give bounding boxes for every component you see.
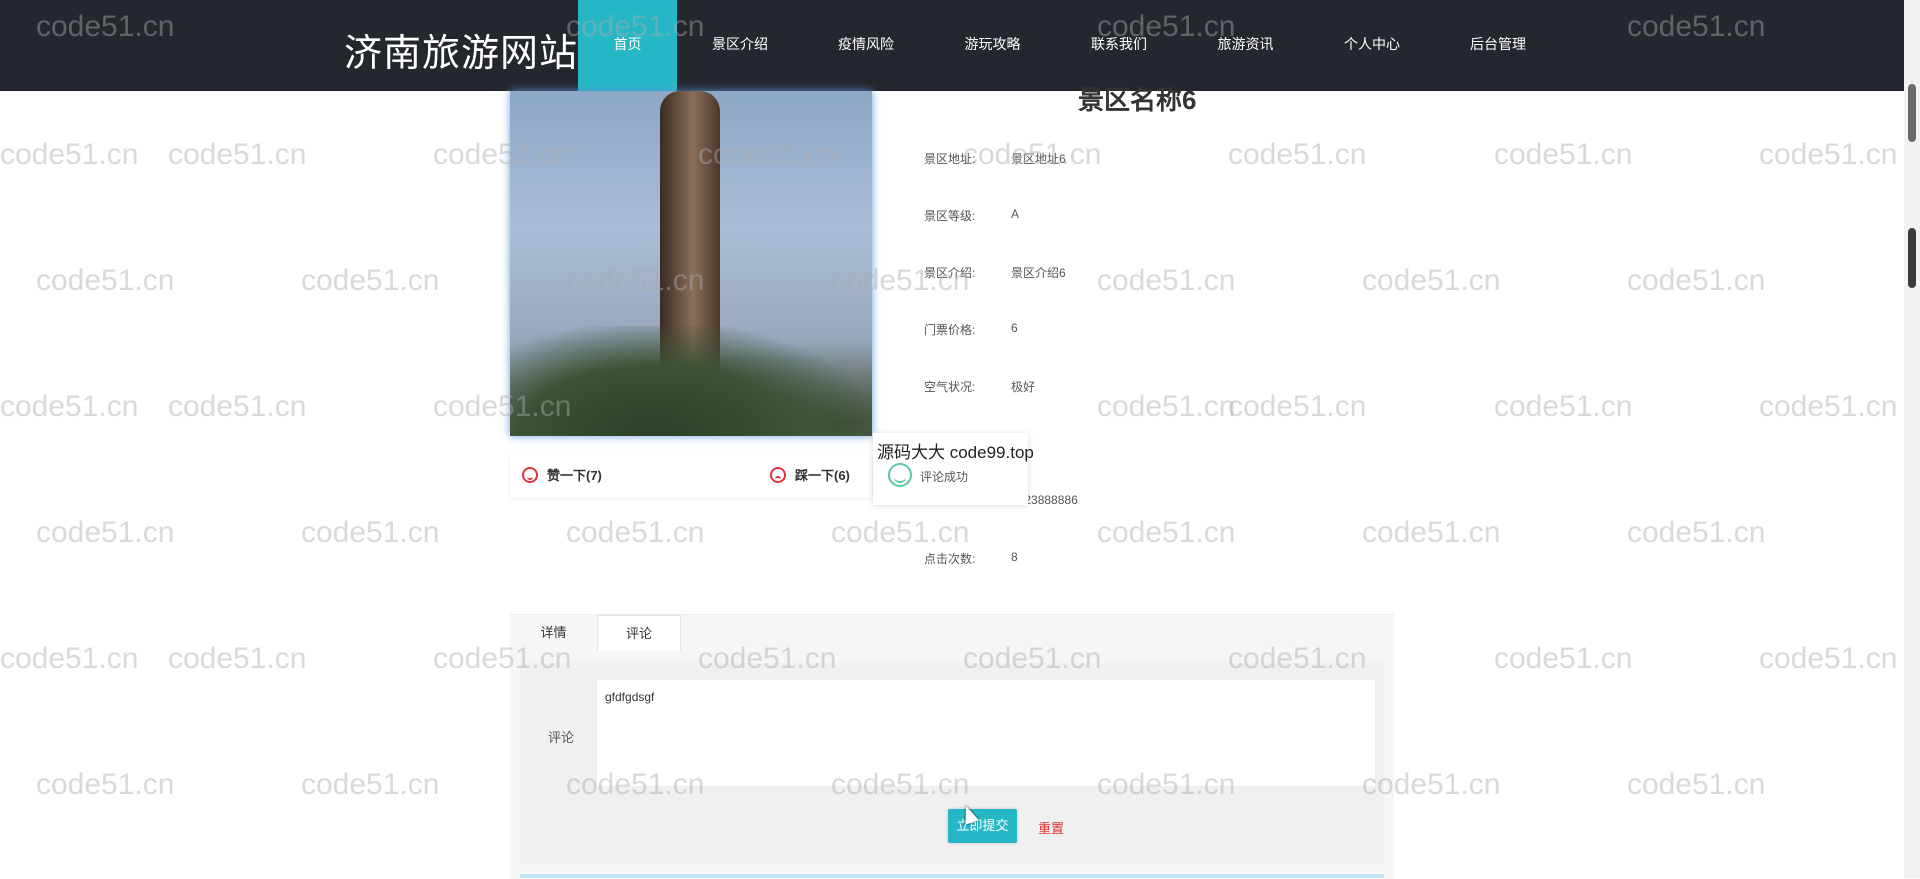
- watermark: code51.cn: [1494, 642, 1633, 675]
- info-row-air-quality: 空气状况: 极好: [924, 378, 1035, 395]
- watermark: code51.cn: [1627, 516, 1766, 549]
- watermark: code51.cn: [831, 516, 970, 549]
- info-label: 景区介绍:: [924, 266, 976, 280]
- watermark: code51.cn: [1494, 138, 1633, 171]
- info-label: 景区等级:: [924, 209, 976, 223]
- smile-success-icon: [888, 463, 912, 487]
- info-value: 景区地址6: [1011, 152, 1066, 166]
- watermark: code51.cn: [1228, 138, 1367, 171]
- nav-scenic-spots[interactable]: 景区介绍: [677, 0, 803, 91]
- watermark: code51.cn: [301, 516, 440, 549]
- info-label: 门票价格:: [924, 323, 976, 337]
- vote-bar: 赞一下(7) 踩一下(6): [510, 454, 872, 498]
- watermark: code51.cn: [301, 768, 440, 801]
- page-scrollbar[interactable]: [1904, 0, 1920, 878]
- watermark: code51.cn: [36, 516, 175, 549]
- scrollbar-thumb-secondary[interactable]: [1908, 228, 1916, 288]
- info-row-level: 景区等级: A: [924, 207, 1019, 224]
- info-value: A: [1011, 207, 1020, 221]
- nav-home[interactable]: 首页: [578, 0, 677, 91]
- toast-watermark: 源码大大 code99.top: [877, 443, 1034, 462]
- nav-epidemic-risk[interactable]: 疫情风险: [803, 0, 929, 91]
- comment-textarea[interactable]: gfdfgdsgf: [596, 679, 1376, 787]
- watermark: code51.cn: [301, 264, 440, 297]
- watermark: code51.cn: [1759, 390, 1898, 423]
- watermark: code51.cn: [168, 138, 307, 171]
- watermark: code51.cn: [168, 390, 307, 423]
- scenic-spot-image: [510, 91, 872, 436]
- watermark: code51.cn: [1097, 390, 1236, 423]
- info-row-address: 景区地址: 景区地址6: [924, 150, 1066, 167]
- dislike-label: 踩一下(6): [795, 468, 850, 483]
- smile-icon: [522, 466, 538, 483]
- watermark: code51.cn: [168, 642, 307, 675]
- comment-form: 评论 gfdfgdsgf 立即提交 重置: [520, 663, 1384, 864]
- watermark: code51.cn: [0, 138, 139, 171]
- dislike-button[interactable]: 踩一下(6): [770, 465, 850, 484]
- top-navbar: 济南旅游网站 首页 景区介绍 疫情风险 游玩攻略 联系我们 旅游资讯 个人中心 …: [0, 0, 1904, 91]
- tab-details[interactable]: 详情: [510, 615, 597, 651]
- nav-personal-center[interactable]: 个人中心: [1309, 0, 1435, 91]
- detail-tab-panel: 详情 评论 评论 gfdfgdsgf 立即提交 重置: [510, 614, 1394, 879]
- watermark: code51.cn: [1759, 642, 1898, 675]
- tab-comments[interactable]: 评论: [597, 615, 681, 651]
- watermark: code51.cn: [1627, 264, 1766, 297]
- nav-contact-us[interactable]: 联系我们: [1056, 0, 1182, 91]
- next-section-edge: [520, 874, 1384, 878]
- watermark: code51.cn: [1627, 768, 1766, 801]
- nav-travel-news[interactable]: 旅游资讯: [1182, 0, 1309, 91]
- watermark: code51.cn: [1097, 516, 1236, 549]
- watermark: code51.cn: [36, 768, 175, 801]
- info-value: 极好: [1011, 380, 1036, 394]
- toast-message: 评论成功: [920, 470, 969, 484]
- watermark: code51.cn: [0, 642, 139, 675]
- info-row-click-count: 点击次数: 8: [924, 550, 1018, 567]
- site-title: 济南旅游网站: [344, 33, 579, 75]
- nav-travel-guides[interactable]: 游玩攻略: [929, 0, 1056, 91]
- watermark: code51.cn: [1759, 138, 1898, 171]
- info-row-ticket-price: 门票价格: 6: [924, 321, 1018, 338]
- info-label: 点击次数:: [924, 552, 976, 566]
- info-value: 6: [1011, 321, 1018, 335]
- frown-icon: [770, 466, 786, 483]
- watermark: code51.cn: [1097, 264, 1236, 297]
- reset-button[interactable]: 重置: [1038, 818, 1064, 837]
- watermark: code51.cn: [0, 390, 139, 423]
- nav-admin[interactable]: 后台管理: [1435, 0, 1561, 91]
- main-nav: 首页 景区介绍 疫情风险 游玩攻略 联系我们 旅游资讯 个人中心 后台管理: [578, 0, 1561, 91]
- info-row-intro: 景区介绍: 景区介绍6: [924, 264, 1066, 281]
- like-button[interactable]: 赞一下(7): [522, 465, 602, 484]
- watermark: code51.cn: [1228, 390, 1367, 423]
- info-value: 8: [1011, 550, 1018, 564]
- watermark: code51.cn: [1494, 390, 1633, 423]
- submit-button[interactable]: 立即提交: [948, 809, 1017, 843]
- watermark: code51.cn: [566, 516, 705, 549]
- tab-bar: 详情 评论: [510, 615, 681, 651]
- info-label: 景区地址:: [924, 152, 976, 166]
- watermark: code51.cn: [36, 264, 175, 297]
- scrollbar-thumb[interactable]: [1908, 84, 1916, 142]
- like-label: 赞一下(7): [547, 468, 602, 483]
- info-value: 景区介绍6: [1011, 266, 1066, 280]
- success-toast: 源码大大 code99.top 评论成功: [873, 433, 1034, 505]
- watermark: code51.cn: [1362, 264, 1501, 297]
- spot-name: 景区名称6: [1078, 85, 1197, 115]
- comment-label: 评论: [548, 730, 575, 745]
- watermark: code51.cn: [1362, 516, 1501, 549]
- info-label: 空气状况:: [924, 380, 976, 394]
- trees-shape: [510, 326, 872, 436]
